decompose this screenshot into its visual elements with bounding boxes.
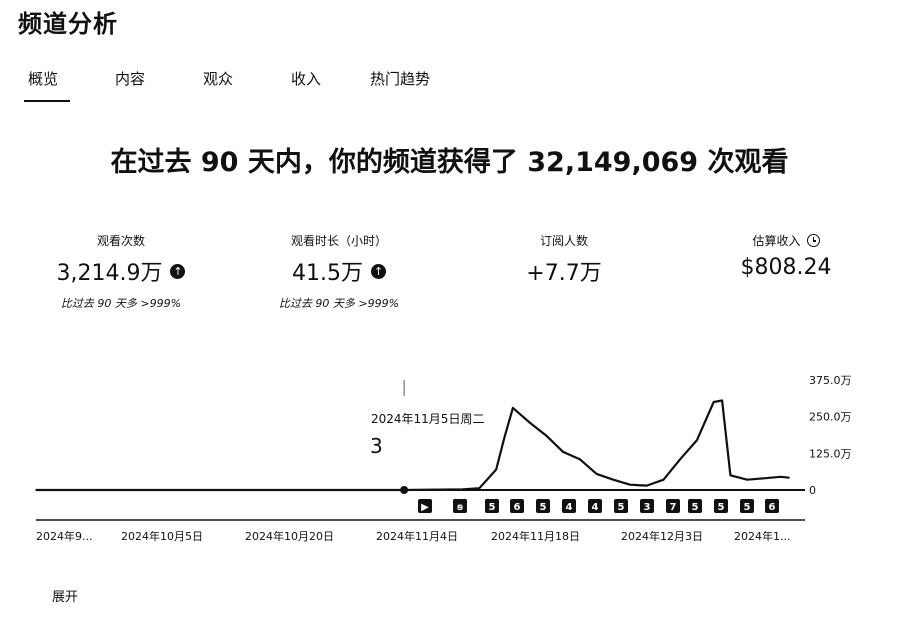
data-point xyxy=(729,474,732,477)
data-point xyxy=(528,421,531,424)
metric-views-compare: 比过去 90 天多 >999% xyxy=(60,297,182,310)
metric-views-value: 3,214.9万 xyxy=(56,261,163,286)
tab-audience[interactable]: 观众 xyxy=(203,68,233,89)
metric-views-label: 观看次数 xyxy=(96,234,145,248)
x-tick-label: 2024年11月4日 xyxy=(376,529,458,543)
data-point xyxy=(595,473,598,475)
data-point xyxy=(562,451,564,453)
data-point xyxy=(395,489,397,491)
data-point xyxy=(612,478,615,481)
video-marker-label: 5 xyxy=(489,502,496,513)
metric-revenue-label: 估算收入 xyxy=(752,234,801,248)
data-point xyxy=(478,487,481,489)
tooltip-date: 2024年11月5日周二 xyxy=(371,412,485,426)
data-point xyxy=(545,434,548,437)
views-line-chart[interactable]: 375.0万 250.0万 125.0万 0 2024年9... 2024年10月5日 20… xyxy=(0,360,899,560)
x-tick-label: 2024年11月18日 xyxy=(491,529,580,543)
tab-overview[interactable]: 概览 xyxy=(23,68,71,102)
data-point xyxy=(461,488,464,491)
x-tick-label: 2024年10月20日 xyxy=(245,529,334,543)
x-tick-label: 2024年10月5日 xyxy=(121,529,203,543)
metric-watch-time-value: 41.5万 xyxy=(292,261,363,286)
data-point xyxy=(35,489,37,491)
data-point xyxy=(144,489,146,491)
video-marker-label: 7 xyxy=(670,502,677,513)
data-point xyxy=(579,458,581,460)
arrow-up-icon: ↑ xyxy=(371,263,386,279)
video-marker-label: 5 xyxy=(744,502,751,513)
expand-link[interactable]: 展开 xyxy=(52,586,78,605)
data-point xyxy=(788,476,790,479)
data-point xyxy=(512,407,514,409)
data-point xyxy=(779,476,782,478)
video-marker-label: 3 xyxy=(644,502,651,513)
data-point xyxy=(269,489,272,491)
data-point xyxy=(746,478,748,481)
y-tick-label: 0 xyxy=(809,484,816,497)
clock-icon[interactable] xyxy=(806,234,820,247)
page-title: 频道分析 xyxy=(18,10,118,38)
metric-subscribers[interactable]: 订阅人数 +7.7万 xyxy=(464,232,664,287)
video-marker-label: 5 xyxy=(618,502,625,513)
y-tick-label: 375.0万 xyxy=(809,374,852,387)
headline: 在过去 90 天内，你的频道获得了 32,149,069 次观看 xyxy=(110,147,789,178)
data-point xyxy=(495,468,498,471)
metric-watch-time-compare: 比过去 90 天多 >999% xyxy=(278,297,400,310)
metric-revenue-value: $808.24 xyxy=(740,255,832,280)
video-marker-label: 4 xyxy=(592,502,599,513)
video-marker-label: 6 xyxy=(514,502,521,513)
metric-revenue[interactable]: 估算收入 $808.24 xyxy=(686,232,886,280)
x-tick-label: 2024年1... xyxy=(734,529,790,543)
tab-content[interactable]: 内容 xyxy=(115,68,145,89)
video-marker-label: 5 xyxy=(692,502,699,513)
hover-point xyxy=(400,486,409,494)
x-tick-label: 2024年12月3日 xyxy=(621,529,703,543)
metric-subscribers-value: +7.7万 xyxy=(526,261,602,286)
data-point xyxy=(646,484,648,487)
metric-subscribers-label: 订阅人数 xyxy=(539,234,588,248)
tab-revenue[interactable]: 收入 xyxy=(291,68,321,89)
data-point xyxy=(629,483,631,486)
metric-watch-time-label: 观看时长（小时） xyxy=(290,234,387,248)
video-marker-label: 6 xyxy=(769,502,776,513)
video-marker-label: 5 xyxy=(718,502,725,513)
y-tick-label: 250.0万 xyxy=(809,411,852,424)
x-tick-label: 2024年9... xyxy=(36,529,92,543)
data-point xyxy=(721,399,723,402)
data-point xyxy=(763,477,765,480)
data-point xyxy=(503,436,506,438)
y-tick-label: 125.0万 xyxy=(809,447,852,460)
metric-views[interactable]: 观看次数 3,214.9万 ↑ 比过去 90 天多 >999% xyxy=(21,232,221,311)
data-point xyxy=(662,478,665,481)
arrow-up-icon: ↑ xyxy=(170,263,186,279)
video-marker-label: 4 xyxy=(566,502,573,513)
tab-trends[interactable]: 热门趋势 xyxy=(370,68,430,89)
video-marker-label: ▶ xyxy=(421,502,429,513)
video-marker-label: 5 xyxy=(540,502,547,513)
tooltip-value: 3 xyxy=(370,434,383,458)
metric-watch-time[interactable]: 观看时长（小时） 41.5万 ↑ 比过去 90 天多 >999% xyxy=(239,232,439,311)
data-point xyxy=(712,401,715,403)
video-marker-label: ꞩ xyxy=(456,502,464,513)
data-point xyxy=(679,458,681,460)
data-point xyxy=(696,439,698,441)
